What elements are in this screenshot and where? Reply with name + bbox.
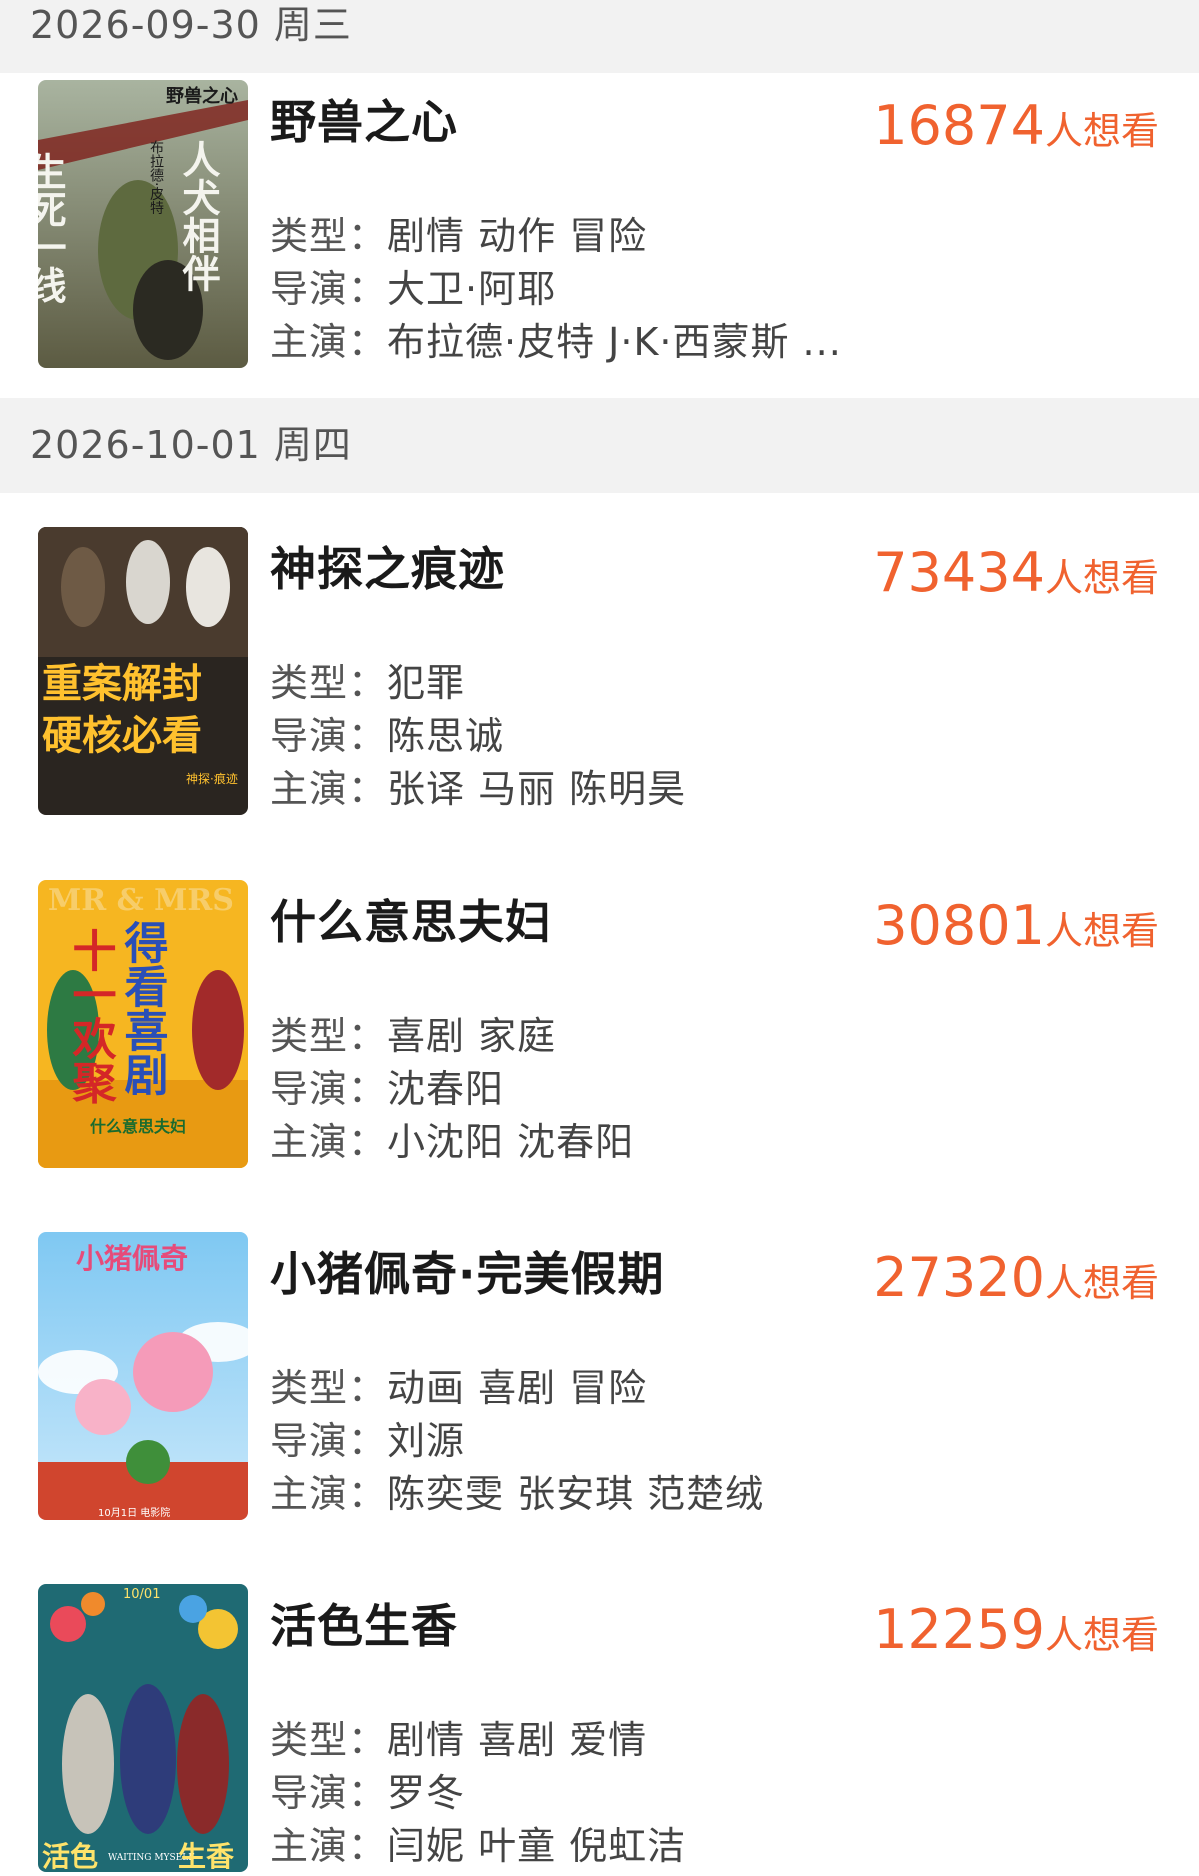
poster-image-waiting-myself: 10/01 活色 WAITING MYSELF 生香	[38, 1584, 248, 1872]
svg-text:得看喜剧: 得看喜剧	[117, 920, 170, 1096]
director-label: 导演：	[270, 1771, 388, 1815]
movie-poster[interactable]: 10/01 活色 WAITING MYSELF 生香	[38, 1584, 248, 1872]
director-label: 导演：	[270, 1419, 388, 1463]
director-value: 沈春阳	[387, 1067, 505, 1111]
genre-value: 剧情 喜剧 爱情	[387, 1718, 648, 1762]
svg-text:生死一线: 生死一线	[38, 152, 66, 304]
genre-value: 喜剧 家庭	[387, 1014, 557, 1058]
want-suffix: 人想看	[1044, 109, 1159, 153]
cast-value: 布拉德·皮特 J·K·西蒙斯 ...	[387, 320, 842, 364]
want-to-see-count: 27320人想看	[873, 1246, 1159, 1309]
movie-item[interactable]: 10/01 活色 WAITING MYSELF 生香 活色生香 12259人想看…	[0, 1584, 1199, 1876]
director-label: 导演：	[270, 267, 388, 311]
genre-line: 类型：犯罪	[270, 652, 465, 707]
svg-text:生香: 生香	[178, 1840, 234, 1872]
svg-text:人犬相伴: 人犬相伴	[176, 140, 221, 292]
genre-label: 类型：	[270, 214, 388, 258]
movie-poster[interactable]: 野兽之心 生死一线 人犬相伴 布拉德·皮特	[38, 80, 248, 368]
movie-poster[interactable]: MR & MRS 十一欢聚 得看喜剧 什么意思夫妇	[38, 880, 248, 1168]
movie-title[interactable]: 神探之痕迹	[270, 533, 505, 599]
want-suffix: 人想看	[1044, 556, 1159, 600]
cast-label: 主演：	[270, 1472, 388, 1516]
cast-line: 主演：布拉德·皮特 J·K·西蒙斯 ...	[270, 311, 842, 366]
want-suffix: 人想看	[1044, 1261, 1159, 1305]
svg-text:重案解封: 重案解封	[42, 660, 202, 707]
svg-text:神探·痕迹: 神探·痕迹	[186, 771, 238, 786]
movie-item[interactable]: 小猪佩奇 10月1日 电影院 小猪佩奇·完美假期 27320人想看 类型：动画 …	[0, 1232, 1199, 1532]
director-line: 导演：罗冬	[270, 1762, 465, 1817]
svg-text:活色: 活色	[42, 1840, 98, 1872]
want-suffix: 人想看	[1044, 1613, 1159, 1657]
director-label: 导演：	[270, 714, 388, 758]
genre-label: 类型：	[270, 1718, 388, 1762]
director-value: 罗冬	[387, 1771, 466, 1815]
want-suffix: 人想看	[1044, 909, 1159, 953]
movie-title[interactable]: 活色生香	[270, 1590, 458, 1656]
poster-image-beast-heart: 野兽之心 生死一线 人犬相伴 布拉德·皮特	[38, 80, 248, 368]
movie-item[interactable]: 重案解封 硬核必看 神探·痕迹 神探之痕迹 73434人想看 类型：犯罪 导演：…	[0, 527, 1199, 827]
movie-title[interactable]: 什么意思夫妇	[270, 886, 552, 952]
date-header: 2026-10-01 周四	[0, 398, 1199, 493]
director-value: 刘源	[387, 1419, 466, 1463]
poster-image-peppa: 小猪佩奇 10月1日 电影院	[38, 1232, 248, 1520]
cast-line: 主演：小沈阳 沈春阳	[270, 1111, 634, 1166]
poster-image-mr-mrs: MR & MRS 十一欢聚 得看喜剧 什么意思夫妇	[38, 880, 248, 1168]
genre-line: 类型：剧情 喜剧 爱情	[270, 1709, 647, 1764]
movie-item[interactable]: MR & MRS 十一欢聚 得看喜剧 什么意思夫妇 什么意思夫妇 30801人想…	[0, 880, 1199, 1180]
genre-line: 类型：喜剧 家庭	[270, 1005, 556, 1060]
cast-line: 主演：陈奕雯 张安琪 范楚绒	[270, 1463, 764, 1518]
svg-text:硬核必看: 硬核必看	[42, 712, 202, 759]
want-to-see-count: 12259人想看	[873, 1598, 1159, 1661]
want-count: 73434	[873, 541, 1045, 604]
genre-value: 犯罪	[387, 661, 466, 705]
date-header: 2026-09-30 周三	[0, 0, 1199, 73]
cast-line: 主演：闫妮 叶童 倪虹洁	[270, 1815, 686, 1870]
cast-label: 主演：	[270, 320, 388, 364]
director-line: 导演：陈思诚	[270, 705, 504, 760]
movie-title[interactable]: 野兽之心	[270, 86, 458, 152]
movie-poster[interactable]: 小猪佩奇 10月1日 电影院	[38, 1232, 248, 1520]
svg-text:MR & MRS: MR & MRS	[48, 883, 234, 918]
genre-line: 类型：动画 喜剧 冒险	[270, 1357, 647, 1412]
want-to-see-count: 16874人想看	[873, 94, 1159, 157]
svg-text:10/01: 10/01	[123, 1587, 160, 1602]
cast-label: 主演：	[270, 767, 388, 811]
director-line: 导演：刘源	[270, 1410, 465, 1465]
cast-value: 张译 马丽 陈明昊	[387, 767, 687, 811]
cast-label: 主演：	[270, 1120, 388, 1164]
genre-label: 类型：	[270, 1366, 388, 1410]
want-count: 16874	[873, 94, 1045, 157]
svg-text:小猪佩奇: 小猪佩奇	[76, 1242, 188, 1275]
cast-value: 闫妮 叶童 倪虹洁	[387, 1824, 687, 1868]
want-count: 12259	[873, 1598, 1045, 1661]
genre-value: 剧情 动作 冒险	[387, 214, 648, 258]
genre-label: 类型：	[270, 661, 388, 705]
want-count: 27320	[873, 1246, 1045, 1309]
svg-text:布拉德·皮特: 布拉德·皮特	[148, 140, 164, 215]
svg-text:10月1日 电影院: 10月1日 电影院	[98, 1506, 170, 1519]
cast-value: 小沈阳 沈春阳	[387, 1120, 635, 1164]
movie-item[interactable]: 野兽之心 生死一线 人犬相伴 布拉德·皮特 野兽之心 16874人想看 类型：剧…	[0, 80, 1199, 380]
want-to-see-count: 30801人想看	[873, 894, 1159, 957]
genre-line: 类型：剧情 动作 冒险	[270, 205, 647, 260]
movie-poster[interactable]: 重案解封 硬核必看 神探·痕迹	[38, 527, 248, 815]
cast-label: 主演：	[270, 1824, 388, 1868]
director-line: 导演：沈春阳	[270, 1058, 504, 1113]
poster-image-detective: 重案解封 硬核必看 神探·痕迹	[38, 527, 248, 815]
genre-value: 动画 喜剧 冒险	[387, 1366, 648, 1410]
svg-text:十一欢聚: 十一欢聚	[65, 928, 118, 1104]
director-value: 陈思诚	[387, 714, 505, 758]
movie-title[interactable]: 小猪佩奇·完美假期	[270, 1238, 664, 1304]
svg-text:野兽之心: 野兽之心	[166, 85, 238, 107]
want-count: 30801	[873, 894, 1045, 957]
director-label: 导演：	[270, 1067, 388, 1111]
cast-line: 主演：张译 马丽 陈明昊	[270, 758, 686, 813]
svg-text:什么意思夫妇: 什么意思夫妇	[90, 1117, 186, 1136]
want-to-see-count: 73434人想看	[873, 541, 1159, 604]
director-value: 大卫·阿耶	[387, 267, 557, 311]
genre-label: 类型：	[270, 1014, 388, 1058]
cast-value: 陈奕雯 张安琪 范楚绒	[387, 1472, 765, 1516]
director-line: 导演：大卫·阿耶	[270, 258, 556, 313]
